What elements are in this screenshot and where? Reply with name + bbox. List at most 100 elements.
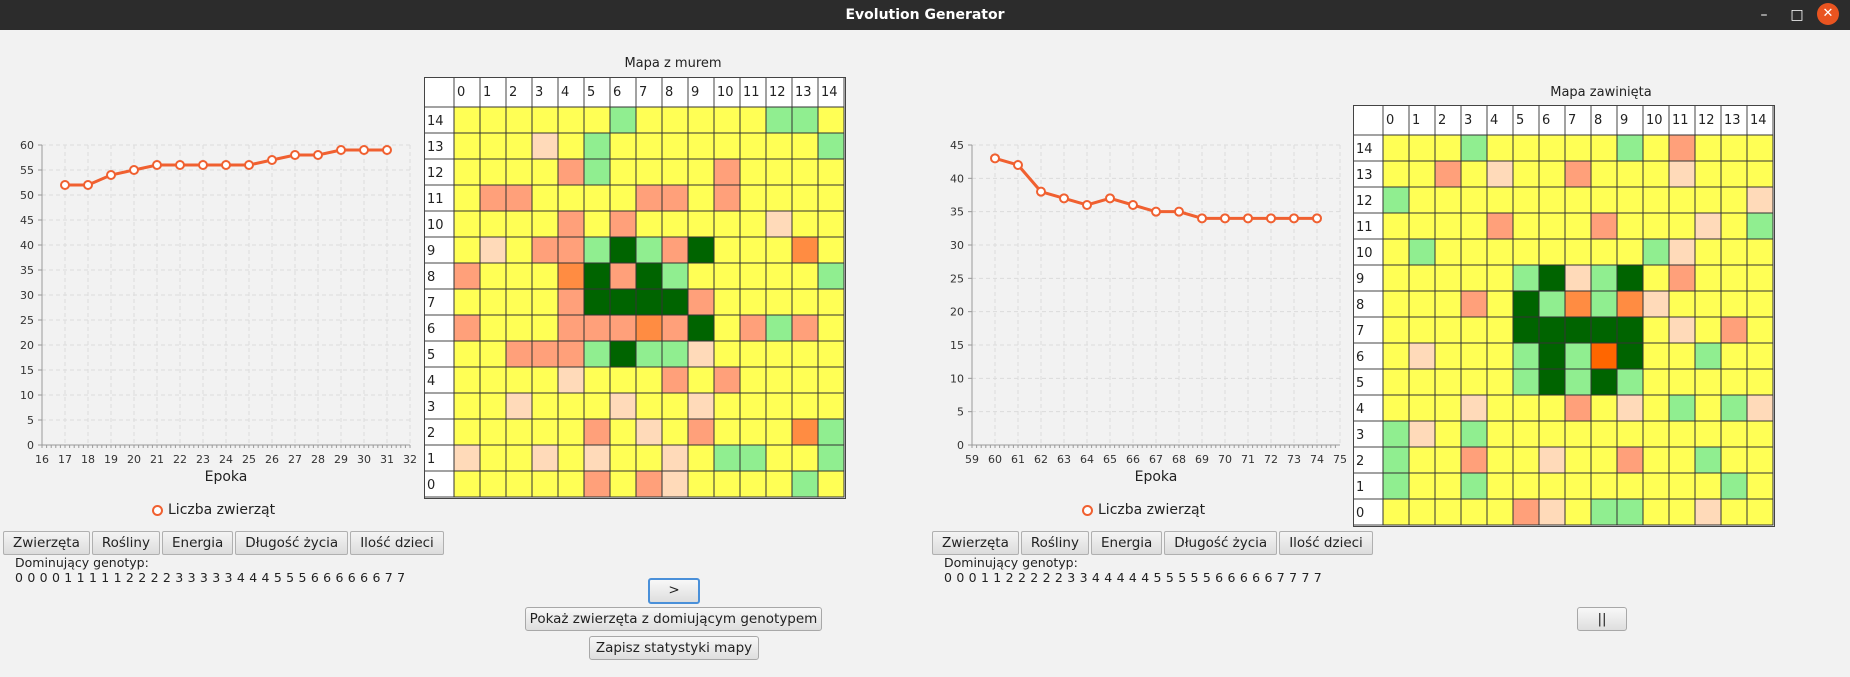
- step-button[interactable]: >: [648, 578, 700, 604]
- map-cell: [1616, 212, 1644, 240]
- tab-zwierzeta[interactable]: Zwierzęta: [3, 531, 90, 555]
- tab-dlugosc-zycia[interactable]: Długość życia: [1164, 531, 1278, 555]
- map-cell: [635, 340, 663, 368]
- map-cell: [531, 158, 559, 186]
- map-cell: [765, 184, 793, 212]
- close-icon[interactable]: ✕: [1817, 3, 1839, 25]
- row-header-label: 13: [1356, 168, 1373, 183]
- map-cell: [1538, 238, 1566, 266]
- map-cell: [687, 418, 715, 446]
- map-cell: [1668, 368, 1696, 396]
- map-cell: [583, 262, 611, 290]
- map-cell: [687, 444, 715, 472]
- map-cell: [609, 262, 637, 290]
- row-header-label: 10: [427, 218, 444, 233]
- pause-button[interactable]: ||: [1577, 607, 1627, 631]
- map-cell: [817, 392, 845, 420]
- map1-title: Mapa z murem: [624, 56, 722, 71]
- data-point: [1036, 186, 1046, 197]
- data-point: [267, 155, 277, 165]
- legend-marker-icon: [152, 504, 163, 516]
- map-cell: [635, 184, 663, 212]
- map-cell: [531, 444, 559, 472]
- map-cell: [1590, 238, 1618, 266]
- map-cell: [687, 106, 715, 134]
- map-cell: [739, 314, 767, 342]
- tab-rosliny[interactable]: Rośliny: [91, 531, 160, 555]
- map-cell: [479, 158, 507, 186]
- data-point: [1312, 213, 1322, 224]
- map-cell: [1538, 472, 1566, 500]
- y-tick-label: 15: [950, 339, 964, 352]
- map1-svg: 0 1 2 3 4 5 6 7 8 9 10 11 12 13 1414131211109876543210: [424, 77, 846, 499]
- map-cell: [505, 288, 533, 316]
- map-cell: [505, 106, 533, 134]
- map-cell: [1460, 446, 1488, 474]
- map-cell: [1616, 498, 1644, 526]
- row-header-label: 3: [1356, 428, 1364, 443]
- map-cell: [1590, 134, 1618, 162]
- map-cell: [817, 418, 845, 446]
- data-point: [175, 160, 185, 170]
- x-tick-label: 73: [1287, 453, 1301, 466]
- x-tick-label: 22: [173, 453, 187, 466]
- map-cell: [1538, 316, 1566, 344]
- y-tick-label: 35: [950, 206, 964, 219]
- map-cell: [817, 158, 845, 186]
- map-cell: [1564, 238, 1592, 266]
- save-map-stats-button[interactable]: Zapisz statystyki mapy: [589, 636, 759, 660]
- map-cell: [557, 470, 585, 498]
- map-cell: [713, 262, 741, 290]
- map-cell: [1538, 420, 1566, 448]
- map-cell: [687, 158, 715, 186]
- map-cell: [1538, 394, 1566, 422]
- map-cell: [1564, 160, 1592, 188]
- map-cell: [1382, 342, 1410, 370]
- map-cell: [791, 392, 819, 420]
- tab-dlugosc-zycia[interactable]: Długość życia: [235, 531, 349, 555]
- genotype-right: Dominujący genotyp: 0 0 0 1 1 2 2 2 2 2 …: [944, 555, 1322, 585]
- map-cell: [453, 418, 481, 446]
- map-cell: [1408, 290, 1436, 318]
- map-cell: [1642, 498, 1670, 526]
- tab-rosliny[interactable]: Rośliny: [1020, 531, 1089, 555]
- y-tick-label: 25: [950, 272, 964, 285]
- tab-zwierzeta[interactable]: Zwierzęta: [932, 531, 1019, 555]
- map-cell: [1720, 290, 1748, 318]
- map-cell: [609, 106, 637, 134]
- map-cell: [1642, 472, 1670, 500]
- map-cell: [1486, 186, 1514, 214]
- map-cell: [1512, 446, 1540, 474]
- maximize-icon[interactable]: □: [1786, 4, 1808, 26]
- minimize-icon[interactable]: –: [1753, 4, 1775, 26]
- map-cell: [1720, 498, 1748, 526]
- map-cell: [687, 392, 715, 420]
- tabs-left: Zwierzęta Rośliny Energia Długość życia …: [3, 531, 446, 555]
- data-point: [382, 145, 392, 155]
- tab-ilosc-dzieci[interactable]: Ilość dzieci: [350, 531, 444, 555]
- row-header-label: 0: [1356, 506, 1364, 521]
- map-cell: [1408, 446, 1436, 474]
- column-header-label: 11: [1672, 113, 1689, 128]
- map-cell: [609, 418, 637, 446]
- y-tick-label: 30: [20, 289, 34, 302]
- row-header-label: 4: [427, 374, 435, 389]
- map-cell: [1564, 472, 1592, 500]
- map-cell: [1746, 290, 1774, 318]
- tab-energia[interactable]: Energia: [161, 531, 234, 555]
- map-cell: [739, 210, 767, 238]
- map-cell: [687, 262, 715, 290]
- title-bar: Evolution Generator – □ ✕: [0, 0, 1850, 30]
- map-cell: [713, 314, 741, 342]
- show-dominant-genotype-button[interactable]: Pokaż zwierzęta z domiującym genotypem: [525, 607, 822, 631]
- x-tick-label: 72: [1264, 453, 1278, 466]
- map-cell: [1694, 368, 1722, 396]
- map-cell: [1434, 264, 1462, 292]
- row-header-label: 1: [1356, 480, 1364, 495]
- tab-ilosc-dzieci[interactable]: Ilość dzieci: [1279, 531, 1373, 555]
- column-header-label: 8: [1594, 113, 1602, 128]
- map-cell: [739, 470, 767, 498]
- map-cell: [1616, 186, 1644, 214]
- tab-energia[interactable]: Energia: [1090, 531, 1163, 555]
- map-cell: [1382, 368, 1410, 396]
